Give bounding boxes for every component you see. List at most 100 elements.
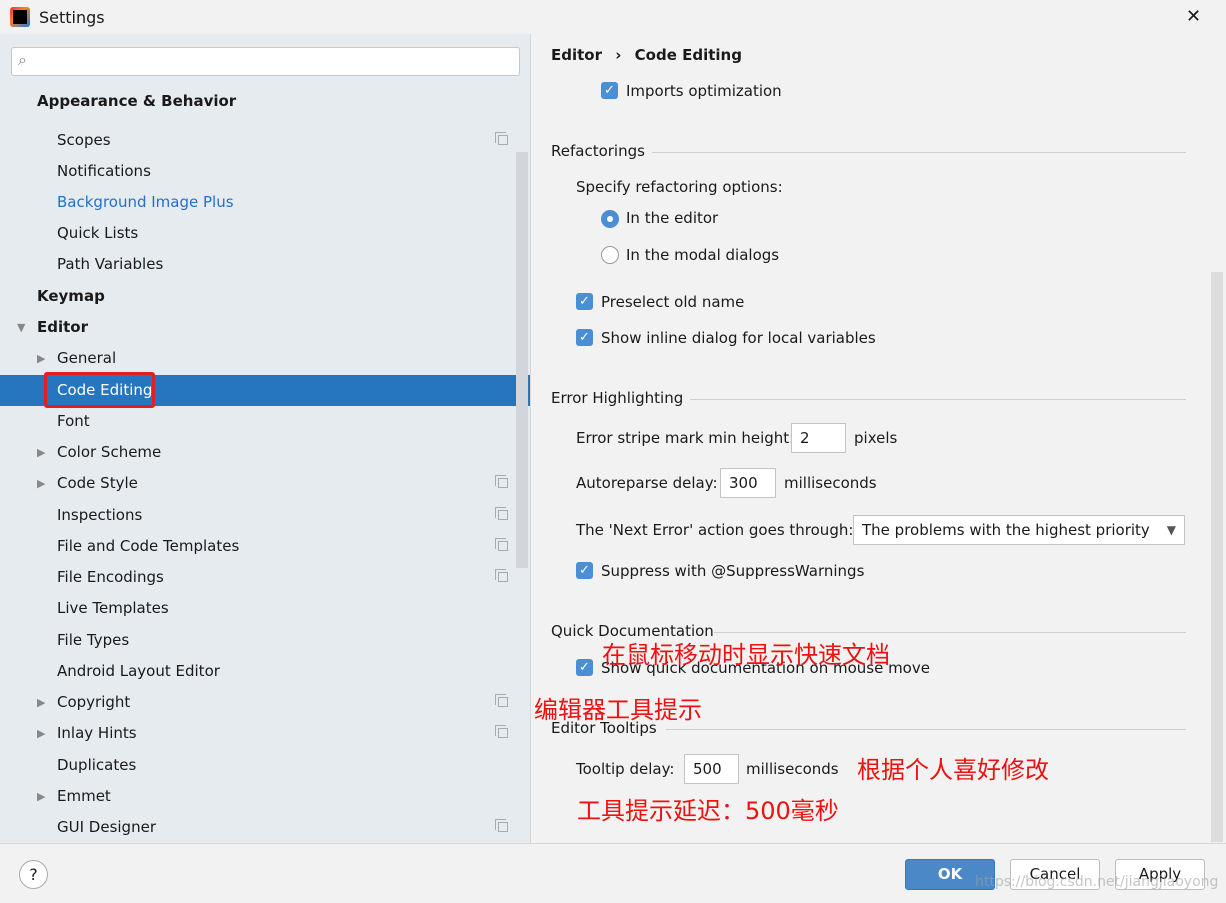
window-title: Settings (39, 8, 105, 27)
copy-icon (495, 725, 508, 738)
sidebar-item[interactable]: Path Variables (0, 249, 516, 280)
in-editor-label: In the editor (626, 209, 719, 227)
breadcrumb-parent[interactable]: Editor (551, 46, 602, 64)
sidebar-item-label: Duplicates (57, 756, 137, 774)
intellij-logo-icon (10, 7, 30, 27)
sidebar-item[interactable]: Appearance & Behavior (0, 86, 516, 117)
settings-sidebar: ⌕ Appearance & Behavior Scopes Notificatio… (0, 34, 530, 843)
divider (652, 152, 1186, 153)
sidebar-item[interactable]: Live Templates (0, 593, 516, 624)
chevron-right-icon[interactable]: ▶ (37, 687, 45, 718)
sidebar-item-label: Keymap (37, 287, 105, 305)
imports-optimization-label: Imports optimization (626, 82, 782, 100)
breadcrumb-current: Code Editing (634, 46, 742, 64)
title-bar: Settings ✕ (0, 0, 1226, 34)
error-highlighting-heading: Error Highlighting (551, 389, 684, 407)
sidebar-item[interactable]: Notifications (0, 156, 516, 187)
next-error-dropdown[interactable]: The problems with the highest priority ▼ (853, 515, 1185, 545)
sidebar-item-label: Scopes (57, 131, 111, 149)
sidebar-item[interactable]: File and Code Templates (0, 531, 516, 562)
main-scrollbar[interactable] (1211, 272, 1223, 842)
inline-dialog-checkbox[interactable]: ✓ (576, 329, 593, 346)
chevron-right-icon[interactable]: ▶ (37, 437, 45, 468)
close-icon[interactable]: ✕ (1186, 6, 1201, 27)
stripe-unit: pixels (854, 429, 898, 447)
copy-icon (495, 475, 508, 488)
sidebar-item[interactable]: Code Editing (0, 372, 530, 408)
sidebar-item-label: Emmet (57, 787, 111, 805)
chevron-right-icon[interactable]: ▶ (37, 781, 45, 812)
search-field[interactable] (40, 51, 510, 66)
sidebar-item-label: Editor (37, 318, 88, 336)
chevron-right-icon[interactable]: ▶ (37, 343, 45, 374)
sidebar-item[interactable]: Font (0, 406, 516, 437)
tooltip-delay-unit: milliseconds (746, 760, 839, 778)
quickdoc-checkbox[interactable]: ✓ (576, 659, 593, 676)
refactorings-heading: Refactorings (551, 142, 645, 160)
imports-optimization-checkbox[interactable]: ✓ (601, 82, 618, 99)
sidebar-item-label: GUI Designer (57, 818, 156, 836)
tooltip-delay-label: Tooltip delay: (576, 760, 675, 778)
sidebar-item-label: Quick Lists (57, 224, 139, 242)
sidebar-item[interactable]: File Types (0, 625, 516, 656)
sidebar-item-label: File Types (57, 631, 130, 649)
in-modal-label: In the modal dialogs (626, 246, 780, 264)
autoreparse-label: Autoreparse delay: (576, 474, 718, 492)
sidebar-item[interactable]: ▼ Editor (0, 312, 516, 343)
inline-dialog-label: Show inline dialog for local variables (601, 329, 876, 347)
sidebar-item[interactable]: ▶ Emmet (0, 781, 516, 812)
chevron-right-icon[interactable]: ▶ (37, 468, 45, 499)
autoreparse-input[interactable]: 300 (720, 468, 776, 498)
specify-label: Specify refactoring options: (576, 178, 783, 196)
sidebar-item-label: Inspections (57, 506, 143, 524)
copy-icon (495, 819, 508, 832)
sidebar-item[interactable]: Inspections (0, 500, 516, 531)
chevron-down-icon[interactable]: ▼ (17, 312, 25, 343)
sidebar-item-label: Copyright (57, 693, 131, 711)
highlight-box (44, 372, 155, 408)
sidebar-divider (530, 34, 531, 843)
sidebar-item[interactable]: GUI Designer (0, 812, 516, 843)
sidebar-item[interactable]: File Encodings (0, 562, 516, 593)
divider (690, 399, 1186, 400)
sidebar-scrollbar[interactable] (516, 152, 528, 568)
divider (714, 632, 1186, 633)
sidebar-item-label: Background Image Plus (57, 193, 234, 211)
sidebar-item[interactable]: Background Image Plus (0, 187, 516, 218)
sidebar-item[interactable]: Duplicates (0, 750, 516, 781)
copy-icon (495, 569, 508, 582)
stripe-height-input[interactable]: 2 (791, 423, 846, 453)
help-button[interactable]: ? (19, 860, 48, 889)
next-error-label: The 'Next Error' action goes through: (576, 521, 854, 539)
annotation-quickdoc: 在鼠标移动时显示快速文档 (602, 641, 890, 669)
search-icon: ⌕ (18, 50, 27, 69)
sidebar-item[interactable]: Android Layout Editor (0, 656, 516, 687)
sidebar-item-label: Android Layout Editor (57, 662, 220, 680)
sidebar-item[interactable]: ▶ Inlay Hints (0, 718, 516, 749)
annotation-delay: 工具提示延迟：500毫秒 (577, 797, 839, 825)
sidebar-item[interactable]: Quick Lists (0, 218, 516, 249)
copy-icon (495, 132, 508, 145)
stripe-label: Error stripe mark min height: (576, 429, 795, 447)
sidebar-item[interactable]: ▶ General (0, 343, 516, 374)
sidebar-item[interactable]: ▶ Code Style (0, 468, 516, 499)
sidebar-item-label: General (57, 349, 117, 367)
sidebar-item-label: Path Variables (57, 255, 164, 273)
sidebar-item[interactable]: ▶ Copyright (0, 687, 516, 718)
sidebar-item[interactable]: Scopes (0, 125, 516, 156)
watermark: https://blog.csdn.net/jiangjiaoyong (975, 874, 1219, 890)
search-input[interactable]: ⌕ (11, 47, 520, 76)
preselect-checkbox[interactable]: ✓ (576, 293, 593, 310)
sidebar-item[interactable]: Keymap (0, 281, 516, 312)
sidebar-item[interactable]: ▶ Color Scheme (0, 437, 516, 468)
chevron-right-icon[interactable]: ▶ (37, 718, 45, 749)
in-modal-radio[interactable] (601, 246, 619, 264)
divider (666, 729, 1186, 730)
breadcrumb-separator: › (615, 46, 622, 64)
tooltip-delay-input[interactable]: 500 (684, 754, 739, 784)
chevron-down-icon: ▼ (1166, 523, 1176, 537)
in-editor-radio[interactable] (601, 210, 619, 228)
annotation-tooltips: 编辑器工具提示 (534, 696, 702, 724)
suppress-checkbox[interactable]: ✓ (576, 562, 593, 579)
sidebar-item-label: Color Scheme (57, 443, 162, 461)
